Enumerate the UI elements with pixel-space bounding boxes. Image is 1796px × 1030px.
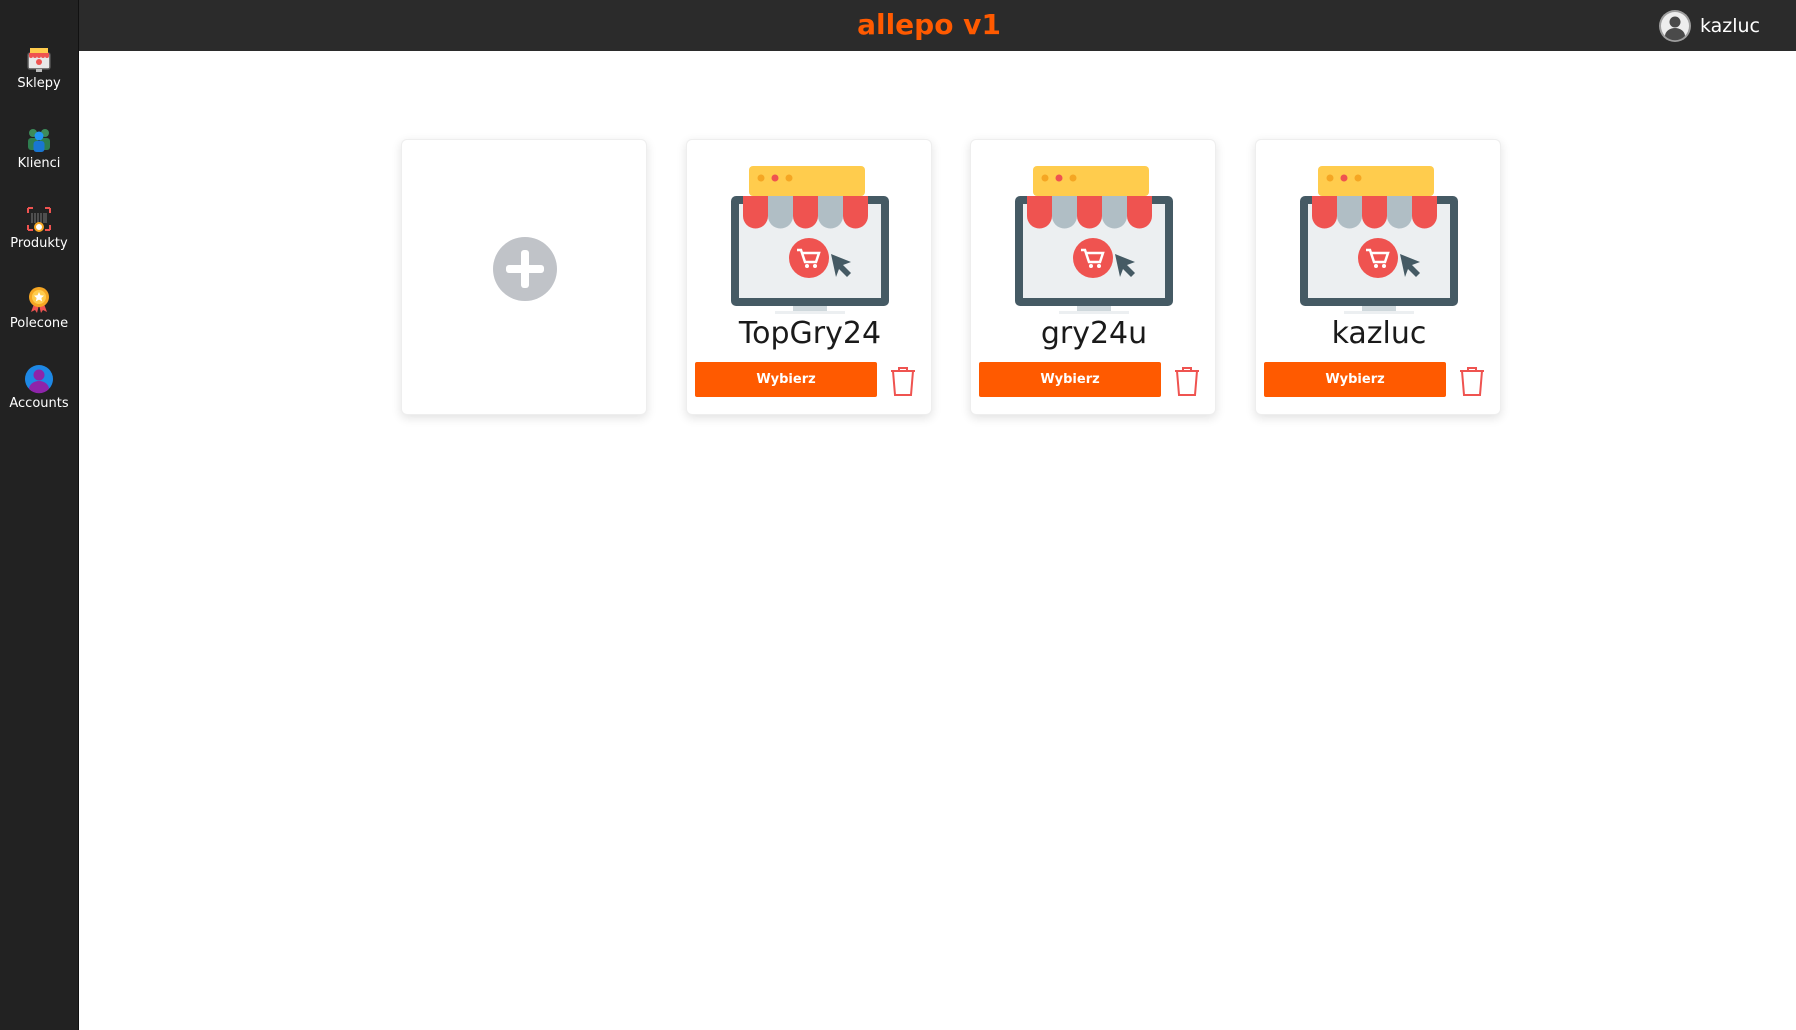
products-icon	[27, 207, 51, 232]
accounts-icon	[25, 365, 53, 394]
sidebar-item-label: Sklepy	[17, 76, 61, 91]
user-menu[interactable]: kazluc	[1658, 8, 1760, 44]
recommended-icon	[29, 287, 49, 313]
online-shop-icon	[731, 166, 889, 314]
select-shop-button[interactable]: Wybierz	[1264, 362, 1446, 397]
select-shop-button[interactable]: Wybierz	[979, 362, 1161, 397]
top-header: allepo v1 kazluc	[79, 0, 1796, 51]
sidebar-item-klienci[interactable]: Klienci	[0, 124, 78, 194]
trash-icon[interactable]	[1173, 365, 1201, 397]
trash-icon[interactable]	[889, 365, 917, 397]
sidebar-item-label: Polecone	[9, 316, 69, 331]
app-root: Sklepy Klienci Produkty Polecone Account…	[0, 0, 1796, 1030]
shop-name: gry24u	[1040, 316, 1148, 351]
trash-icon[interactable]	[1458, 365, 1486, 397]
sidebar-item-label: Accounts	[9, 396, 69, 411]
shop-name: kazluc	[1331, 316, 1427, 351]
shop-name: TopGry24	[738, 316, 882, 351]
online-shop-icon	[1015, 166, 1173, 314]
sidebar-item-sklepy[interactable]: Sklepy	[0, 44, 78, 114]
app-title: allepo v1	[857, 8, 1001, 41]
shop-card: kazluc Wybierz	[1255, 139, 1501, 415]
sidebar-item-label: Produkty	[10, 236, 68, 251]
add-shop-card[interactable]	[401, 139, 647, 415]
plus-circle-icon	[493, 237, 557, 301]
sidebar-item-accounts[interactable]: Accounts	[0, 364, 78, 434]
sidebar-item-label: Klienci	[17, 156, 61, 171]
shop-card: TopGry24 Wybierz	[686, 139, 932, 415]
sidebar-item-polecone[interactable]: Polecone	[0, 284, 78, 354]
sidebar-item-produkty[interactable]: Produkty	[0, 204, 78, 274]
select-shop-button[interactable]: Wybierz	[695, 362, 877, 397]
clients-icon	[28, 129, 50, 152]
user-name: kazluc	[1699, 15, 1760, 37]
user-avatar-icon	[1658, 10, 1691, 42]
sidebar: Sklepy Klienci Produkty Polecone Account…	[0, 0, 79, 1030]
shop-card: gry24u Wybierz	[970, 139, 1216, 415]
shop-icon	[27, 48, 51, 72]
online-shop-icon	[1300, 166, 1458, 314]
